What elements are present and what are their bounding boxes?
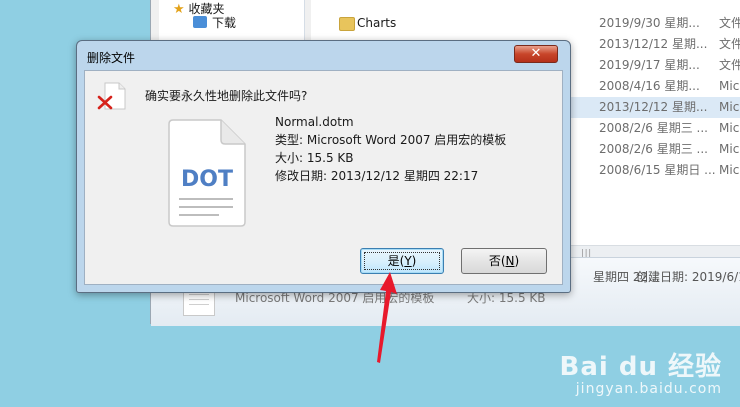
- dialog-body: 确实要永久性地删除此文件吗? DOT Normal.dotm 类型: Micro…: [84, 70, 563, 285]
- no-label-close: ): [514, 254, 520, 268]
- nav-item-label: 下载: [212, 16, 237, 30]
- download-folder-icon: [193, 16, 207, 28]
- file-date: 2019/9/17 星期...: [599, 58, 700, 72]
- file-modified: 修改日期: 2013/12/12 星期四 22:17: [275, 169, 479, 183]
- details-created: 创建日期: 2019/6/1: [636, 270, 740, 284]
- file-type: Micr: [719, 100, 740, 114]
- file-info: Normal.dotm 类型: Microsoft Word 2007 启用宏的…: [275, 113, 506, 185]
- close-icon: ✕: [530, 46, 542, 61]
- file-name: Normal.dotm: [275, 115, 354, 129]
- delete-file-dialog: 删除文件 ✕ 确实要永久性地删除此文件吗? DOT Normal.dotm 类型…: [76, 40, 571, 293]
- file-date: 2008/2/6 星期三 ...: [599, 121, 708, 135]
- star-icon: ★: [173, 2, 185, 17]
- dialog-titlebar[interactable]: 删除文件 ✕: [77, 41, 570, 71]
- file-type: 文件: [719, 37, 740, 51]
- watermark-url: jingyan.baidu.com: [575, 381, 722, 397]
- file-date: 2008/6/15 星期日 ...: [599, 163, 716, 177]
- nav-item-downloads[interactable]: 下载: [193, 14, 236, 32]
- file-type: Micr: [719, 163, 740, 177]
- file-date: 2013/12/12 星期...: [599, 100, 708, 114]
- red-arrow-annotation: [377, 272, 397, 363]
- delete-file-icon: [97, 82, 126, 110]
- dialog-title: 删除文件: [87, 51, 136, 65]
- doc-label: DOT: [181, 167, 233, 192]
- file-name: Charts: [357, 16, 397, 30]
- watermark-brand: Bai du 经验: [559, 352, 722, 382]
- no-label: 否(: [488, 254, 506, 268]
- list-item[interactable]: Charts 2019/9/30 星期... 文件: [311, 13, 740, 34]
- file-type: 文件: [719, 16, 740, 30]
- folder-icon: [339, 17, 355, 31]
- close-button[interactable]: ✕: [514, 45, 558, 63]
- baidu-jingyan-watermark: Bai du 经验 jingyan.baidu.com: [560, 346, 723, 397]
- file-size: 大小: 15.5 KB: [275, 151, 354, 165]
- file-date: 2008/4/16 星期...: [599, 79, 700, 93]
- file-type: Micr: [719, 79, 740, 93]
- confirm-question: 确实要永久性地删除此文件吗?: [145, 89, 308, 103]
- file-date: 2013/12/12 星期...: [599, 37, 708, 51]
- file-type: 类型: Microsoft Word 2007 启用宏的模板: [275, 133, 507, 147]
- file-type: Micr: [719, 142, 740, 156]
- file-date: 2019/9/30 星期...: [599, 16, 700, 30]
- file-type: Micr: [719, 121, 740, 135]
- scroll-grip-icon: |||: [581, 248, 593, 257]
- file-type: 文件: [719, 58, 740, 72]
- no-button[interactable]: 否(N): [461, 248, 547, 274]
- dot-document-icon: DOT: [168, 119, 246, 227]
- file-date: 2008/2/6 星期三 ...: [599, 142, 708, 156]
- focus-rect: [364, 252, 440, 270]
